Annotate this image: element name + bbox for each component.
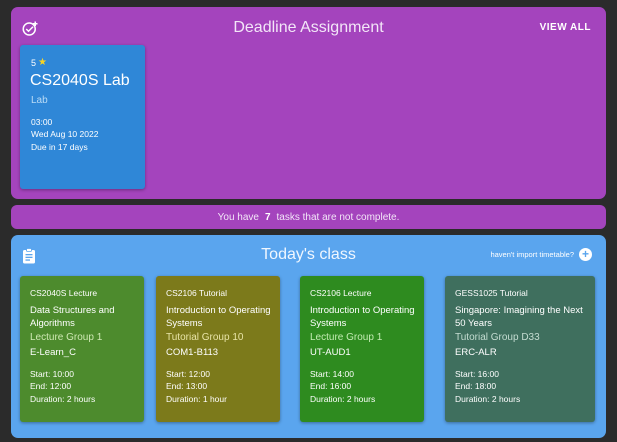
assignment-due: Due in 17 days bbox=[31, 142, 88, 152]
class-name: Data Structures and Algorithms bbox=[30, 305, 115, 329]
assignment-time: 03:00 bbox=[31, 117, 53, 127]
class-code: CS2106 Tutorial bbox=[166, 288, 227, 298]
assignment-date: Wed Aug 10 2022 bbox=[31, 129, 99, 139]
deadline-title: Deadline Assignment bbox=[233, 19, 384, 36]
status-prefix: You have bbox=[217, 211, 259, 223]
stars-count: 5 bbox=[31, 57, 37, 68]
class-card[interactable]: CS2106 Tutorial Introduction to Operatin… bbox=[156, 276, 280, 422]
add-icon[interactable]: + bbox=[579, 248, 592, 261]
class-code: GESS1025 Tutorial bbox=[455, 288, 528, 298]
class-group: Tutorial Group 10 bbox=[166, 332, 244, 343]
class-duration: Duration: 2 hours bbox=[455, 394, 521, 404]
class-duration: Duration: 2 hours bbox=[310, 394, 376, 404]
class-name: Singapore: Imagining the Next 50 Years bbox=[455, 305, 583, 329]
class-group: Tutorial Group D33 bbox=[455, 332, 540, 343]
class-end: End: 18:00 bbox=[455, 381, 497, 391]
class-venue: UT-AUD1 bbox=[310, 347, 351, 358]
assignment-title: CS2040S Lab bbox=[30, 72, 130, 89]
class-card[interactable]: CS2106 Lecture Introduction to Operating… bbox=[300, 276, 424, 422]
class-start: Start: 12:00 bbox=[166, 369, 210, 379]
class-start: Start: 16:00 bbox=[455, 369, 499, 379]
class-venue: COM1-B113 bbox=[166, 347, 219, 358]
status-suffix: tasks that are not complete. bbox=[276, 211, 400, 223]
incomplete-count: 7 bbox=[264, 211, 271, 223]
incomplete-tasks-banner: You have 7 tasks that are not complete. bbox=[11, 205, 606, 229]
class-end: End: 12:00 bbox=[30, 381, 72, 391]
class-end: End: 13:00 bbox=[166, 381, 208, 391]
class-end: End: 16:00 bbox=[310, 381, 352, 391]
todays-class-panel: Today's class haven't import timetable? … bbox=[11, 235, 606, 438]
class-duration: Duration: 2 hours bbox=[30, 394, 96, 404]
class-card[interactable]: GESS1025 Tutorial Singapore: Imagining t… bbox=[445, 276, 595, 422]
import-timetable-text[interactable]: haven't import timetable? bbox=[490, 250, 574, 259]
assignment-card[interactable]: 5 ★ CS2040S Lab Lab 03:00 Wed Aug 10 202… bbox=[20, 45, 145, 189]
class-start: Start: 10:00 bbox=[30, 369, 74, 379]
import-timetable-button[interactable]: haven't import timetable? + bbox=[490, 248, 592, 261]
class-duration: Duration: 1 hour bbox=[166, 394, 227, 404]
deadline-panel: Deadline Assignment VIEW ALL 5 ★ CS2040S… bbox=[11, 7, 606, 199]
class-group: Lecture Group 1 bbox=[310, 332, 383, 343]
class-code: CS2040S Lecture bbox=[30, 288, 98, 298]
star-icon: ★ bbox=[38, 57, 47, 68]
class-venue: ERC-ALR bbox=[455, 347, 497, 358]
class-card[interactable]: CS2040S Lecture Data Structures and Algo… bbox=[20, 276, 144, 422]
class-group: Lecture Group 1 bbox=[30, 332, 103, 343]
view-all-button[interactable]: VIEW ALL bbox=[540, 22, 591, 33]
class-name: Introduction to Operating Systems bbox=[310, 305, 415, 329]
class-name: Introduction to Operating Systems bbox=[166, 305, 271, 329]
class-code: CS2106 Lecture bbox=[310, 288, 372, 298]
assignment-stars: 5 ★ bbox=[31, 57, 47, 68]
assignment-type: Lab bbox=[31, 95, 48, 106]
class-venue: E-Learn_C bbox=[30, 347, 76, 358]
class-start: Start: 14:00 bbox=[310, 369, 354, 379]
